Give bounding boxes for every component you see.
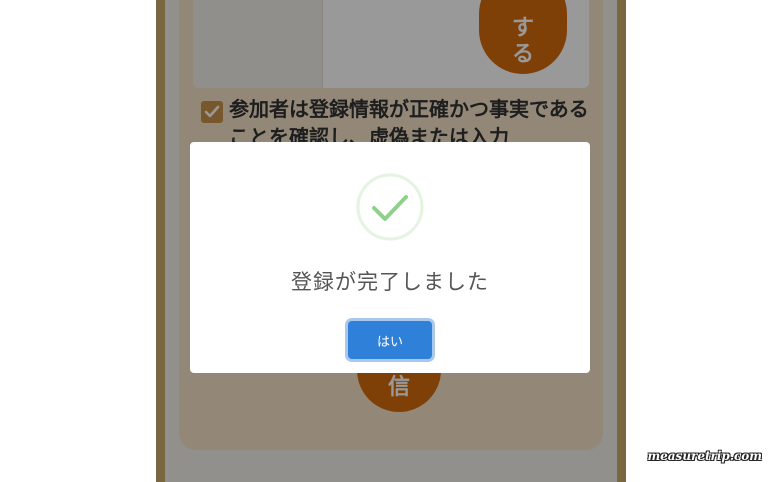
confirm-button[interactable]: はい: [348, 321, 432, 359]
page-margin-right: [626, 0, 780, 482]
success-dialog: 登録が完了しました はい: [190, 142, 590, 373]
site-watermark: measuretrip.com: [647, 449, 762, 463]
page-margin-left: [0, 0, 156, 482]
dialog-title: 登録が完了しました: [291, 270, 489, 294]
check-circle-icon: [356, 173, 424, 241]
